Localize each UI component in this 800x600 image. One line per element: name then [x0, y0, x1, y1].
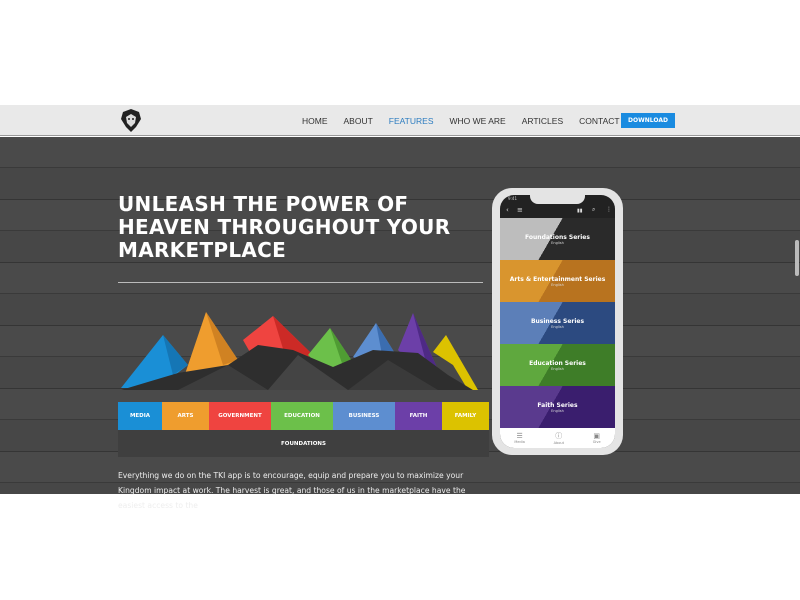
intro-paragraph: Everything we do on the TKI app is to en… [118, 471, 466, 510]
app-bar: ‹ ≡ ▮▮ ⌕ ⋮ [500, 206, 615, 218]
chart-icon[interactable]: ▮▮ [577, 208, 583, 214]
series-card[interactable]: Faith Series English [500, 386, 615, 428]
series-title: Education Series [529, 359, 586, 367]
phone-notch [530, 195, 585, 204]
series-card[interactable]: Education Series English [500, 344, 615, 386]
tab-about[interactable]: ⓘ About [554, 431, 564, 445]
search-icon[interactable]: ⌕ [592, 206, 595, 214]
phone-mockup: 9:41 ‹ ≡ ▮▮ ⌕ ⋮ Foundations Series Englis… [492, 188, 623, 455]
series-language: English [551, 366, 564, 371]
nav-contact[interactable]: CONTACT [579, 116, 619, 126]
divider [118, 282, 483, 283]
category-education[interactable]: EDUCATION [271, 402, 333, 430]
nav-who-we-are[interactable]: WHO WE ARE [450, 116, 506, 126]
category-media[interactable]: MEDIA [118, 402, 162, 430]
lion-logo-icon[interactable] [121, 109, 141, 132]
series-language: English [551, 282, 564, 287]
mountains-illustration [121, 312, 478, 390]
series-card[interactable]: Arts & Entertainment Series English [500, 260, 615, 302]
phone-screen: 9:41 ‹ ≡ ▮▮ ⌕ ⋮ Foundations Series Englis… [500, 195, 615, 448]
menu-icon[interactable]: ≡ [517, 206, 523, 214]
main-menu: HOME ABOUT FEATURES WHO WE ARE ARTICLES … [302, 105, 620, 136]
status-time: 9:41 [508, 196, 517, 201]
nav-features[interactable]: FEATURES [389, 116, 434, 126]
more-icon[interactable]: ⋮ [606, 206, 612, 213]
series-language: English [551, 408, 564, 413]
navbar: HOME ABOUT FEATURES WHO WE ARE ARTICLES … [0, 105, 800, 136]
back-icon[interactable]: ‹ [506, 206, 509, 214]
nav-home[interactable]: HOME [302, 116, 328, 126]
series-language: English [551, 324, 564, 329]
scrollbar[interactable] [795, 240, 799, 276]
info-icon: ⓘ [555, 432, 563, 440]
series-title: Arts & Entertainment Series [509, 275, 606, 283]
series-title: Faith Series [537, 401, 578, 409]
series-card[interactable]: Business Series English [500, 302, 615, 344]
tab-bar: ☰ Media ⓘ About ▣ Give [500, 428, 615, 448]
list-icon: ☰ [516, 432, 523, 440]
tab-give[interactable]: ▣ Give [593, 432, 601, 444]
series-title: Business Series [530, 317, 585, 325]
category-bar: MEDIA ARTS GOVERNMENT EDUCATION BUSINESS… [118, 402, 489, 430]
nav-articles[interactable]: ARTICLES [522, 116, 563, 126]
series-title: Foundations Series [525, 233, 590, 241]
nav-about[interactable]: ABOUT [344, 116, 373, 126]
category-government[interactable]: GOVERNMENT [209, 402, 271, 430]
tab-media[interactable]: ☰ Media [514, 432, 525, 444]
category-business[interactable]: BUSINESS [333, 402, 395, 430]
category-arts[interactable]: ARTS [162, 402, 209, 430]
category-foundations[interactable]: FOUNDATIONS [118, 430, 489, 457]
series-card[interactable]: Foundations Series English [500, 218, 615, 260]
download-button[interactable]: DOWNLOAD [621, 113, 675, 128]
gift-icon: ▣ [593, 432, 600, 440]
category-faith[interactable]: FAITH [395, 402, 442, 430]
series-language: English [551, 240, 564, 245]
hero-title: UNLEASH THE POWER OF HEAVEN THROUGHOUT Y… [118, 192, 451, 262]
category-family[interactable]: FAMILY [442, 402, 489, 430]
